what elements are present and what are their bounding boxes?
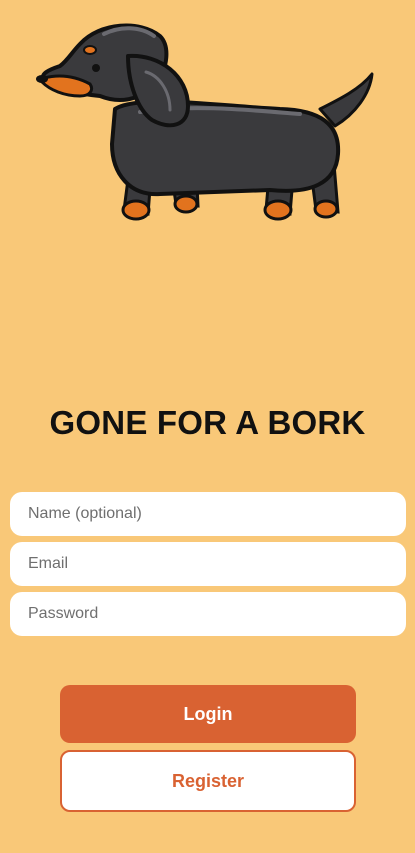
login-button-label: Login <box>183 703 233 724</box>
dachshund-illustration <box>20 14 390 234</box>
register-button-label: Register <box>171 770 245 791</box>
app-title: GONE FOR A BORK <box>49 404 366 441</box>
name-input[interactable] <box>10 492 406 536</box>
register-button[interactable]: Register <box>60 750 356 812</box>
email-input[interactable] <box>10 542 406 586</box>
password-input[interactable] <box>10 592 406 636</box>
login-button[interactable]: Login <box>60 685 356 743</box>
